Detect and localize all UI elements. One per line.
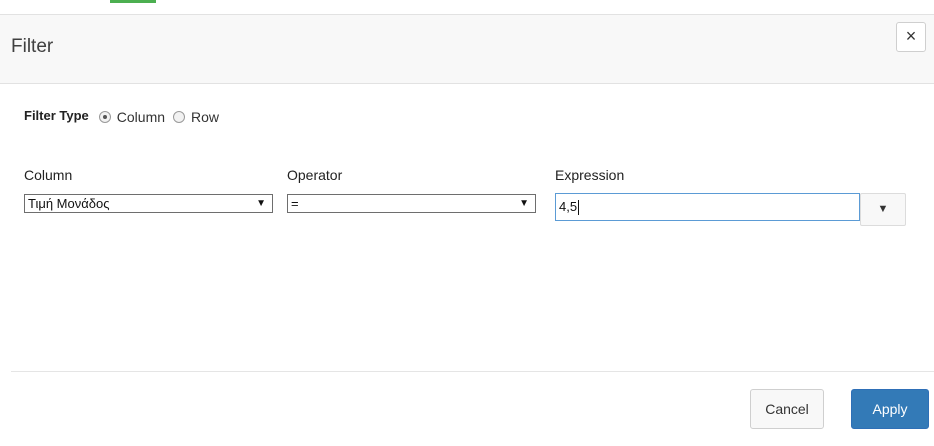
filter-dialog: Filter × Filter Type Column Row Column O… [0,0,934,446]
dialog-header: Filter [0,14,934,84]
radio-row[interactable]: Row [173,109,219,125]
dialog-title: Filter [11,36,54,57]
operator-select[interactable]: = ▼ [287,194,536,213]
expression-dropdown-button[interactable]: ▼ [860,193,906,226]
column-select[interactable]: Τιμή Μονάδος ▼ [24,194,273,213]
operator-select-value: = [291,196,299,211]
radio-row-label: Row [191,109,220,125]
apply-button[interactable]: Apply [851,389,929,429]
cancel-button[interactable]: Cancel [750,389,824,429]
text-cursor [578,200,580,216]
top-accent-bar [110,0,156,3]
footer-divider [11,371,934,372]
radio-column-label: Column [116,109,166,125]
chevron-down-icon: ▼ [519,198,529,209]
radio-row-indicator[interactable] [173,111,186,123]
chevron-down-icon: ▼ [256,198,266,209]
column-label: Column [24,167,73,183]
chevron-down-icon: ▼ [877,203,889,215]
expression-label: Expression [555,167,625,183]
radio-column-indicator[interactable] [98,111,111,123]
operator-label: Operator [287,167,343,183]
close-icon: × [905,26,917,46]
expression-input[interactable]: 4,5 [555,193,860,221]
filter-type-row: Filter Type Column Row [24,107,227,126]
column-select-value: Τιμή Μονάδος [28,196,110,211]
filter-type-label: Filter Type [24,107,89,123]
expression-input-value: 4,5 [559,199,578,214]
radio-column[interactable]: Column [98,109,166,125]
close-button[interactable]: × [896,22,926,52]
